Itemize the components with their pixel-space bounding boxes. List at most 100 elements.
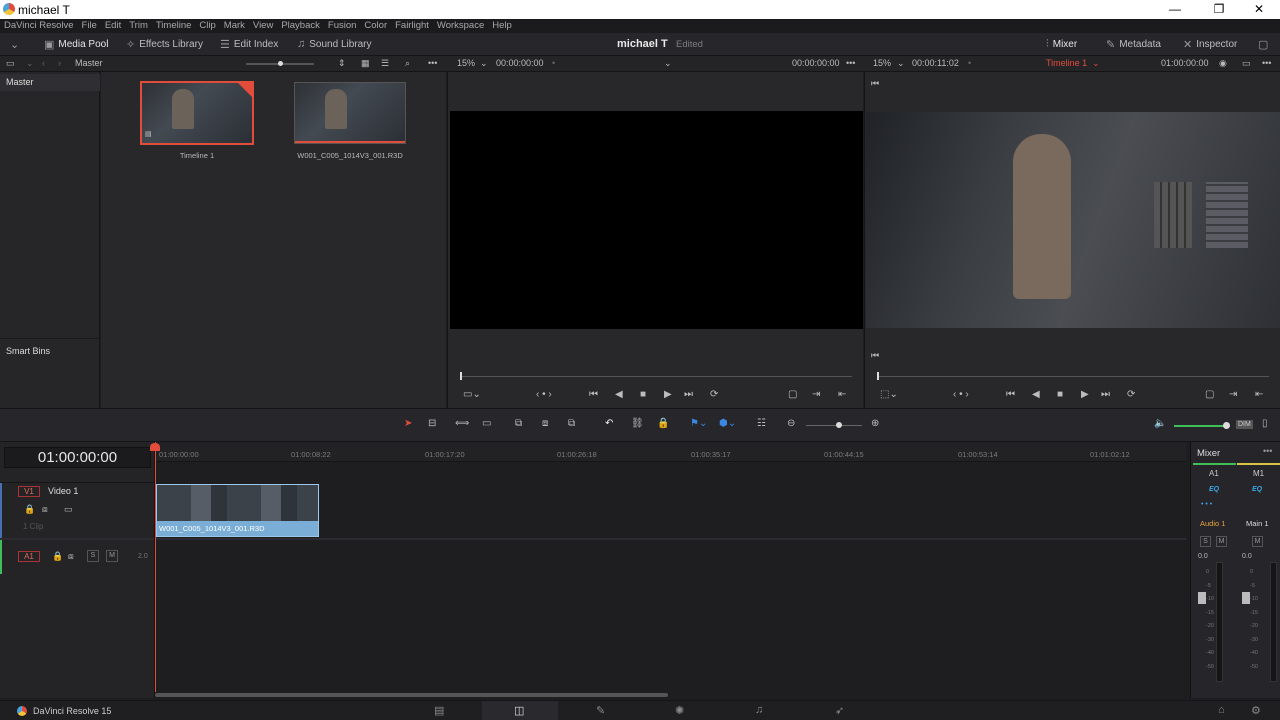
trim-tool-icon[interactable]: ⊟ (428, 418, 436, 429)
home-icon[interactable]: ⌂ (1218, 704, 1225, 716)
metadata-button[interactable]: ✎ Metadata (1106, 38, 1161, 51)
maximize-button[interactable]: ❐ (1209, 2, 1229, 17)
auto-select-icon[interactable]: ⧈ (42, 504, 48, 515)
volume-icon[interactable]: 🔈 (1154, 418, 1166, 429)
mixer-button[interactable]: ⫶ Mixer (1046, 38, 1077, 51)
close-button[interactable]: ✕ (1249, 2, 1269, 17)
fairlight-page-icon[interactable]: ♫ (755, 704, 763, 716)
stop-icon[interactable]: ■ (640, 389, 646, 400)
match-frame-icon[interactable]: ▢ (1205, 389, 1214, 400)
pan-indicator[interactable]: • • • (1201, 501, 1212, 508)
go-to-start-icon[interactable]: ⏮ (589, 389, 598, 400)
mute-button[interactable]: M (106, 550, 118, 562)
mark-out-icon[interactable]: ⇤ (838, 389, 846, 400)
play-icon[interactable]: ▶ (1081, 389, 1089, 400)
search-icon[interactable]: ⌕ (405, 58, 410, 69)
chevron-down-icon[interactable]: ⌄ (26, 58, 34, 69)
mute-button[interactable]: M (1216, 536, 1227, 547)
menu-item[interactable]: Edit (101, 19, 125, 33)
menu-item[interactable]: Fairlight (391, 19, 433, 33)
play-icon[interactable]: ▶ (664, 389, 672, 400)
eq-button[interactable]: EQ (1209, 486, 1219, 493)
menu-item[interactable]: Clip (195, 19, 219, 33)
back-arrow-icon[interactable]: ‹ (42, 58, 45, 68)
more-options-icon[interactable]: ••• (1262, 58, 1271, 68)
menu-item[interactable]: DaVinci Resolve (0, 19, 78, 33)
flag-icon[interactable]: ⚑⌄ (690, 418, 707, 429)
gear-icon[interactable]: ⚙ (1251, 704, 1261, 717)
solo-button[interactable]: S (1200, 536, 1211, 547)
media-page-icon[interactable]: ▤ (434, 704, 444, 717)
marker-icon[interactable]: ⬢⌄ (719, 418, 736, 429)
volume-slider-handle[interactable] (1223, 422, 1230, 429)
mute-button[interactable]: M (1252, 536, 1263, 547)
menu-item[interactable]: Color (360, 19, 391, 33)
mark-in-icon[interactable]: ⇥ (1229, 389, 1237, 400)
go-to-end-icon[interactable]: ⏭ (684, 389, 693, 400)
zoom-slider-handle[interactable] (836, 422, 842, 428)
chevron-down-icon[interactable]: ⌄ (664, 58, 672, 69)
replace-clip-icon[interactable]: ⧉ (568, 418, 575, 429)
deliver-page-icon[interactable]: ➶ (835, 704, 844, 717)
overwrite-clip-icon[interactable]: ⧈ (542, 418, 548, 429)
video-clip[interactable]: W001_C005_1014V3_001.R3D (156, 484, 319, 537)
zoom-slider[interactable] (806, 425, 862, 426)
timeline-zoom-dropdown[interactable]: 15% (873, 58, 891, 68)
transform-icon[interactable]: ▭⌄ (463, 389, 481, 400)
jog-icon[interactable]: ‹ • › (536, 389, 552, 400)
clip-thumbnail[interactable] (294, 82, 406, 144)
playhead-handle[interactable] (150, 443, 160, 451)
timeline-view-options-icon[interactable]: ☷ (757, 418, 766, 429)
timeline-tracks-area[interactable]: W001_C005_1014V3_001.R3D (155, 442, 1186, 697)
master-volume-slider[interactable] (1174, 425, 1226, 427)
menu-item[interactable]: Mark (220, 19, 249, 33)
fusion-page-icon[interactable]: ✎ (596, 704, 605, 717)
expand-button[interactable]: ▢ (1258, 38, 1268, 51)
horizontal-scrollbar[interactable] (155, 693, 668, 697)
edit-index-button[interactable]: ☰ Edit Index (220, 38, 278, 51)
mark-out-icon[interactable]: ⇤ (1255, 389, 1263, 400)
main-1-fader[interactable] (1242, 592, 1250, 604)
play-reverse-icon[interactable]: ◀ (615, 389, 623, 400)
blade-tool-icon[interactable]: ▭ (482, 418, 491, 429)
jog-icon[interactable]: ‹ • › (953, 389, 969, 400)
viewer-mode-icon[interactable]: ▭ (1242, 58, 1251, 69)
bin-list-toggle-icon[interactable]: ▭ (6, 58, 15, 69)
timeline-thumbnail[interactable]: ▤ (140, 81, 254, 145)
loop-icon[interactable]: ⟳ (1127, 389, 1135, 400)
dim-button[interactable]: DIM (1236, 420, 1253, 429)
eq-button[interactable]: EQ (1252, 486, 1262, 493)
insert-clip-icon[interactable]: ⧉ (515, 418, 522, 429)
menu-item[interactable]: Help (488, 19, 516, 33)
sort-icon[interactable]: ⇕ (338, 58, 346, 69)
panel-toggle-button[interactable]: ⌄ (10, 38, 19, 51)
menu-item[interactable]: View (249, 19, 277, 33)
selection-tool-icon[interactable]: ➤ (404, 418, 412, 429)
source-playhead[interactable] (460, 372, 462, 380)
timeline-playhead[interactable] (877, 372, 879, 380)
stop-icon[interactable]: ■ (1057, 389, 1063, 400)
match-frame-icon[interactable]: ▢ (788, 389, 797, 400)
effects-library-button[interactable]: ✧ Effects Library (126, 38, 203, 51)
menu-item[interactable]: Timeline (152, 19, 196, 33)
go-to-end-icon[interactable]: ⏭ (1101, 389, 1110, 400)
forward-arrow-icon[interactable]: › (58, 58, 61, 68)
playhead-line[interactable] (155, 442, 156, 692)
menu-item[interactable]: Playback (277, 19, 324, 33)
chevron-down-icon[interactable]: ⌄ (1092, 58, 1100, 69)
loop-icon[interactable]: ⟳ (710, 389, 718, 400)
minimize-button[interactable]: — (1165, 2, 1185, 17)
lock-icon[interactable]: 🔒 (657, 418, 669, 429)
mark-in-icon[interactable]: ⇥ (812, 389, 820, 400)
color-page-icon[interactable]: ✺ (675, 704, 684, 717)
lock-icon[interactable]: 🔒 (24, 504, 35, 515)
link-icon[interactable]: ⛓ (631, 418, 644, 429)
snapping-icon[interactable]: ↶ (605, 418, 613, 429)
zoom-in-icon[interactable]: ⊕ (871, 418, 879, 429)
menu-item[interactable]: Trim (125, 19, 152, 33)
dynamic-trim-icon[interactable]: ⟺ (455, 418, 469, 429)
next-edit-icon[interactable]: ⏮ (871, 350, 879, 361)
media-pool-button[interactable]: ▣ Media Pool (44, 38, 108, 51)
source-scrubber[interactable] (460, 376, 852, 377)
a1-track-tag[interactable]: A1 (18, 551, 40, 562)
